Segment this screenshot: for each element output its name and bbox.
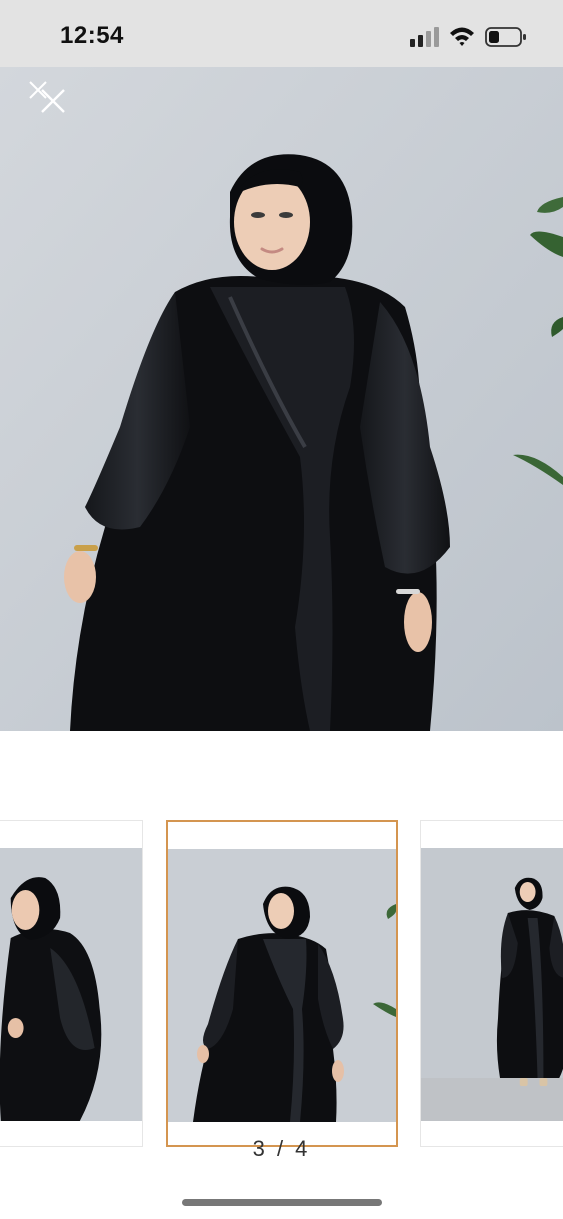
thumbnail-image (0, 848, 142, 1121)
cellular-signal-icon (410, 27, 439, 47)
page-indicator: 3 / 4 (252, 1136, 311, 1161)
home-indicator[interactable] (182, 1199, 382, 1206)
status-time: 12:54 (60, 22, 124, 49)
close-icon[interactable] (26, 78, 68, 116)
thumbnail-image (168, 849, 396, 1122)
thumbnail-image (421, 848, 563, 1121)
status-bar: 12:54 (0, 0, 563, 67)
thumbnail-3[interactable] (166, 820, 398, 1147)
wifi-icon (450, 27, 474, 46)
main-product-photo[interactable] (0, 67, 563, 731)
thumbnail-2[interactable] (0, 820, 143, 1147)
product-image (0, 67, 563, 731)
thumbnail-4[interactable] (420, 820, 563, 1147)
thumbnail-strip (0, 820, 563, 1150)
battery-icon (485, 27, 526, 47)
